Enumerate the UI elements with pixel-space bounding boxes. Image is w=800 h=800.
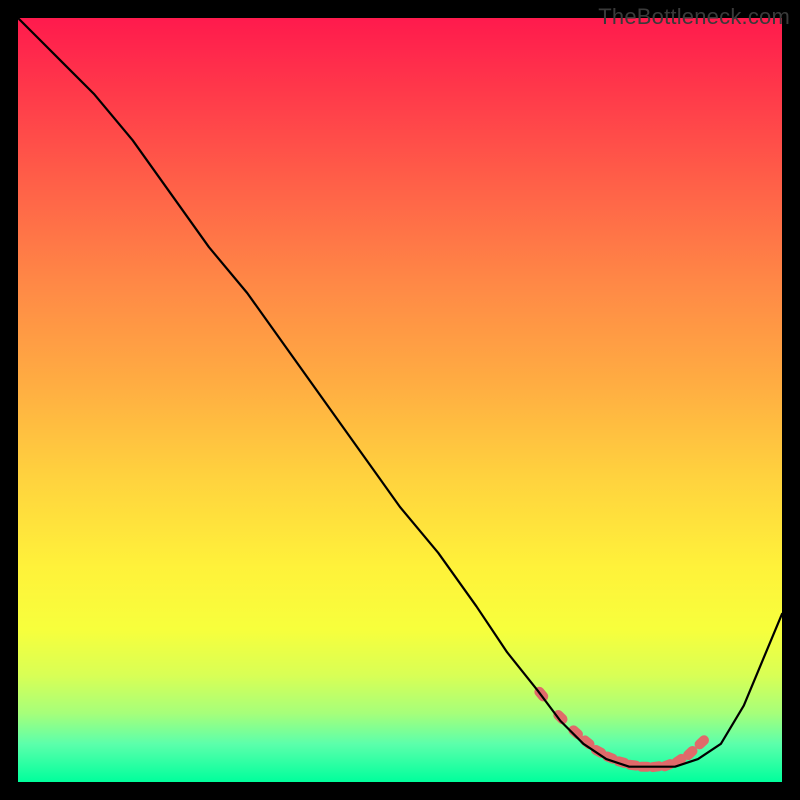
watermark-text: TheBottleneck.com xyxy=(598,4,790,29)
chart-svg xyxy=(18,18,782,782)
bottleneck-curve xyxy=(18,18,782,767)
chart-frame: TheBottleneck.com xyxy=(0,0,800,800)
data-markers xyxy=(532,685,711,773)
watermark: TheBottleneck.com xyxy=(598,4,790,30)
plot-area xyxy=(18,18,782,782)
